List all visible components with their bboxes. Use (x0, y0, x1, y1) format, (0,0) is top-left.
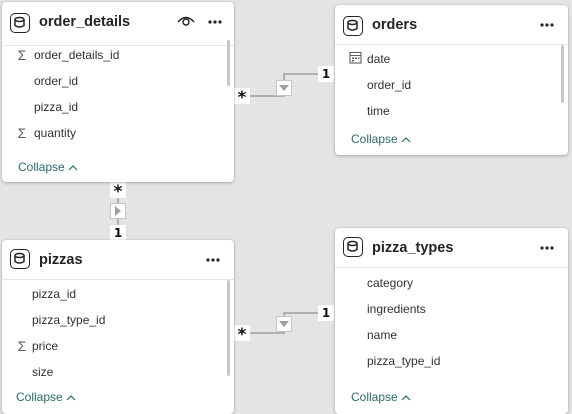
table-card-pizzas[interactable]: pizzas pizza_id pizza_type_id Σ price si… (2, 240, 234, 414)
field-name: pizza_type_id (367, 354, 441, 368)
table-header[interactable]: pizza_types (335, 228, 568, 268)
table-title: pizzas (39, 252, 83, 268)
field-row[interactable]: time (335, 100, 555, 124)
table-icon (10, 249, 30, 269)
triangle-right-icon (115, 206, 121, 216)
field-row[interactable]: Σ price (2, 335, 222, 359)
field-name: name (367, 328, 398, 342)
field-name: price (32, 339, 59, 353)
field-name: order_id (367, 78, 412, 92)
more-options-icon[interactable] (200, 248, 226, 272)
cardinality-many-marker: * (110, 182, 126, 202)
chevron-up-icon (401, 395, 411, 401)
more-options-icon[interactable] (534, 236, 560, 260)
cardinality-one-marker: 1 (318, 66, 334, 82)
triangle-down-icon (279, 321, 289, 327)
triangle-down-icon (279, 85, 289, 91)
cardinality-many-marker: * (234, 325, 250, 345)
field-row[interactable]: pizza_type_id (335, 350, 555, 374)
field-row[interactable]: category (335, 272, 555, 296)
table-icon (10, 13, 30, 33)
sigma-icon: Σ (17, 47, 27, 63)
table-title: orders (372, 17, 418, 33)
filter-direction-icon[interactable] (276, 316, 292, 332)
filter-direction-icon[interactable] (276, 80, 292, 96)
field-name: pizza_id (34, 100, 79, 114)
sigma-icon: Σ (17, 125, 27, 141)
collapse-button[interactable]: Collapse (351, 390, 411, 410)
field-row[interactable]: date (335, 48, 555, 72)
model-canvas[interactable]: * 1 * 1 * 1 order_details Σ order_detail (0, 0, 572, 414)
table-header[interactable]: orders (335, 5, 568, 45)
collapse-label: Collapse (351, 390, 398, 404)
calendar-icon (347, 51, 363, 67)
cardinality-one-marker: 1 (318, 305, 334, 321)
more-options-icon[interactable] (534, 13, 560, 37)
filter-direction-icon[interactable] (110, 203, 126, 219)
collapse-label: Collapse (18, 160, 65, 174)
field-row[interactable]: pizza_id (2, 96, 222, 120)
field-row[interactable]: pizza_type_id (2, 309, 222, 333)
field-name: order_details_id (34, 48, 120, 62)
table-card-pizza-types[interactable]: pizza_types category ingredients name pi… (335, 228, 568, 414)
cardinality-many-marker: * (234, 88, 250, 108)
field-row[interactable]: pizza_id (2, 283, 222, 307)
field-row[interactable]: order_id (2, 70, 222, 94)
collapse-label: Collapse (351, 132, 398, 146)
chevron-up-icon (401, 137, 411, 143)
chevron-up-icon (68, 165, 78, 171)
field-name: order_id (34, 74, 79, 88)
field-name: pizza_type_id (32, 313, 106, 327)
scrollbar[interactable] (561, 45, 564, 103)
field-name: category (367, 276, 414, 290)
collapse-button[interactable]: Collapse (351, 132, 411, 152)
field-name: quantity (34, 126, 77, 140)
chevron-up-icon (66, 395, 76, 401)
table-card-orders[interactable]: orders date order_id time Collapse (335, 5, 568, 155)
field-name: pizza_id (32, 287, 77, 301)
field-name: date (367, 52, 391, 66)
scrollbar[interactable] (227, 40, 230, 86)
collapse-button[interactable]: Collapse (16, 390, 76, 410)
sigma-icon: Σ (17, 338, 27, 354)
cardinality-one-marker: 1 (110, 225, 126, 241)
collapse-button[interactable]: Collapse (18, 160, 78, 180)
collapse-label: Collapse (16, 390, 63, 404)
field-row[interactable]: name (335, 324, 555, 348)
table-title: order_details (39, 14, 131, 30)
table-card-order-details[interactable]: order_details Σ order_details_id order_i… (2, 2, 234, 182)
field-row[interactable]: Σ quantity (2, 122, 222, 146)
field-row[interactable]: ingredients (335, 298, 555, 322)
table-header[interactable]: pizzas (2, 240, 234, 280)
table-title: pizza_types (372, 240, 454, 256)
more-options-icon[interactable] (202, 10, 228, 34)
table-icon (343, 16, 363, 36)
scrollbar[interactable] (227, 280, 230, 376)
table-header[interactable]: order_details (2, 2, 234, 46)
eye-icon[interactable] (176, 11, 200, 35)
field-name: size (32, 365, 54, 379)
field-name: time (367, 104, 390, 118)
field-row[interactable]: size (2, 361, 222, 385)
table-icon (343, 237, 363, 257)
field-row[interactable]: order_id (335, 74, 555, 98)
field-name: ingredients (367, 302, 426, 316)
field-row[interactable]: Σ order_details_id (2, 44, 222, 68)
